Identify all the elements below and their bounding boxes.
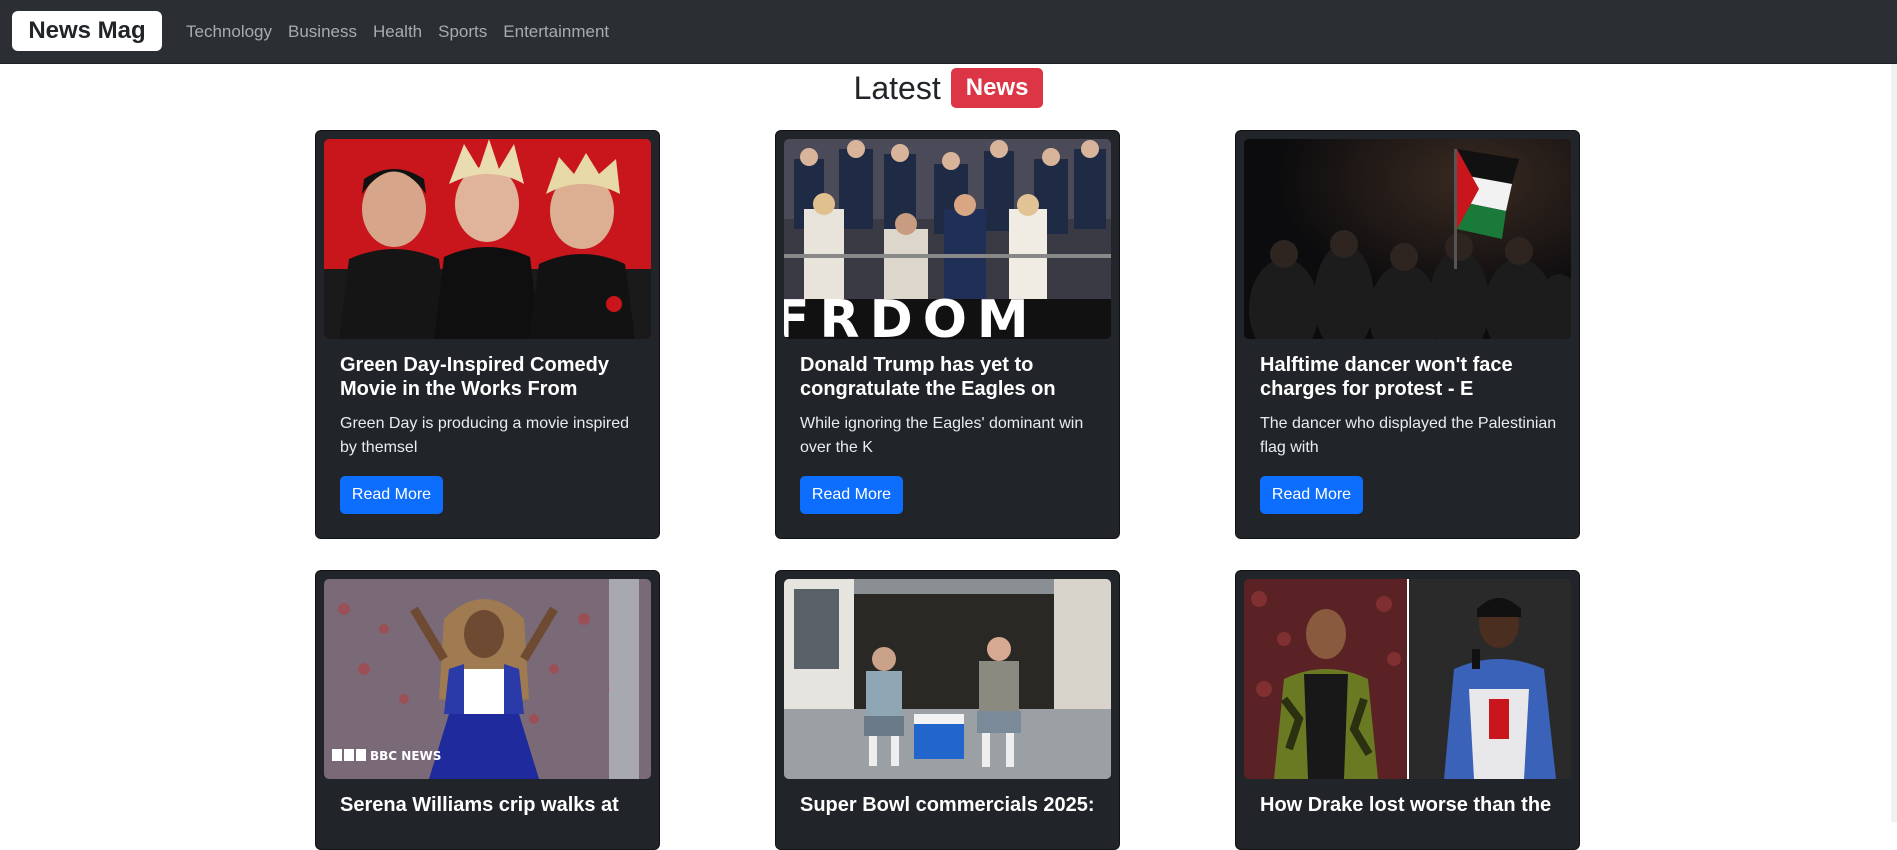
stadium-banner-text: FRDOM xyxy=(784,290,1039,339)
article-image-graphic: BBC NEWS xyxy=(324,579,651,779)
article-image-graphic xyxy=(1244,139,1571,339)
article-description: Green Day is producing a movie inspired … xyxy=(340,415,630,456)
article-image: BBC NEWS xyxy=(324,579,651,779)
news-card: Green Day-Inspired Comedy Movie in the W… xyxy=(315,130,660,539)
nav-link-sports[interactable]: Sports xyxy=(438,22,487,42)
article-image-graphic xyxy=(1244,579,1571,779)
article-title[interactable]: Halftime dancer won't face charges for p… xyxy=(1260,353,1560,401)
article-image xyxy=(784,579,1111,779)
article-image-graphic: FRDOM xyxy=(784,139,1111,339)
read-more-button[interactable]: Read More xyxy=(1260,476,1363,514)
article-image: FRDOM xyxy=(784,139,1111,339)
article-image xyxy=(324,139,651,339)
news-card: FRDOM Donald Trump has yet to congratula… xyxy=(775,130,1120,539)
article-image-graphic xyxy=(784,579,1111,779)
page-title: Latest xyxy=(853,69,941,106)
page-heading: Latest News xyxy=(0,66,1897,110)
nav-link-business[interactable]: Business xyxy=(288,22,357,42)
page-scrollbar[interactable] xyxy=(1891,64,1897,822)
news-card: BBC NEWS Serena Williams crip walks at xyxy=(315,570,660,850)
article-title[interactable]: How Drake lost worse than the xyxy=(1260,793,1560,817)
news-card: Super Bowl commercials 2025: xyxy=(775,570,1120,850)
article-image-graphic xyxy=(324,139,651,339)
nav-link-technology[interactable]: Technology xyxy=(186,22,272,42)
article-image xyxy=(1244,139,1571,339)
article-title[interactable]: Donald Trump has yet to congratulate the… xyxy=(800,353,1100,401)
news-card: How Drake lost worse than the xyxy=(1235,570,1580,850)
article-description: The dancer who displayed the Palestinian… xyxy=(1260,415,1557,456)
news-card: Halftime dancer won't face charges for p… xyxy=(1235,130,1580,539)
bbc-news-watermark: BBC NEWS xyxy=(370,749,441,763)
article-image xyxy=(1244,579,1571,779)
article-title[interactable]: Green Day-Inspired Comedy Movie in the W… xyxy=(340,353,640,401)
navbar: News Mag Technology Business Health Spor… xyxy=(0,0,1897,64)
article-description: While ignoring the Eagles' dominant win … xyxy=(800,415,1084,456)
news-badge: News xyxy=(950,68,1044,108)
nav-links: Technology Business Health Sports Entert… xyxy=(186,0,625,64)
nav-link-health[interactable]: Health xyxy=(373,22,422,42)
article-title[interactable]: Serena Williams crip walks at xyxy=(340,793,640,817)
read-more-button[interactable]: Read More xyxy=(800,476,903,514)
nav-link-entertainment[interactable]: Entertainment xyxy=(503,22,609,42)
read-more-button[interactable]: Read More xyxy=(340,476,443,514)
brand-logo[interactable]: News Mag xyxy=(12,11,162,51)
article-title[interactable]: Super Bowl commercials 2025: xyxy=(800,793,1100,817)
